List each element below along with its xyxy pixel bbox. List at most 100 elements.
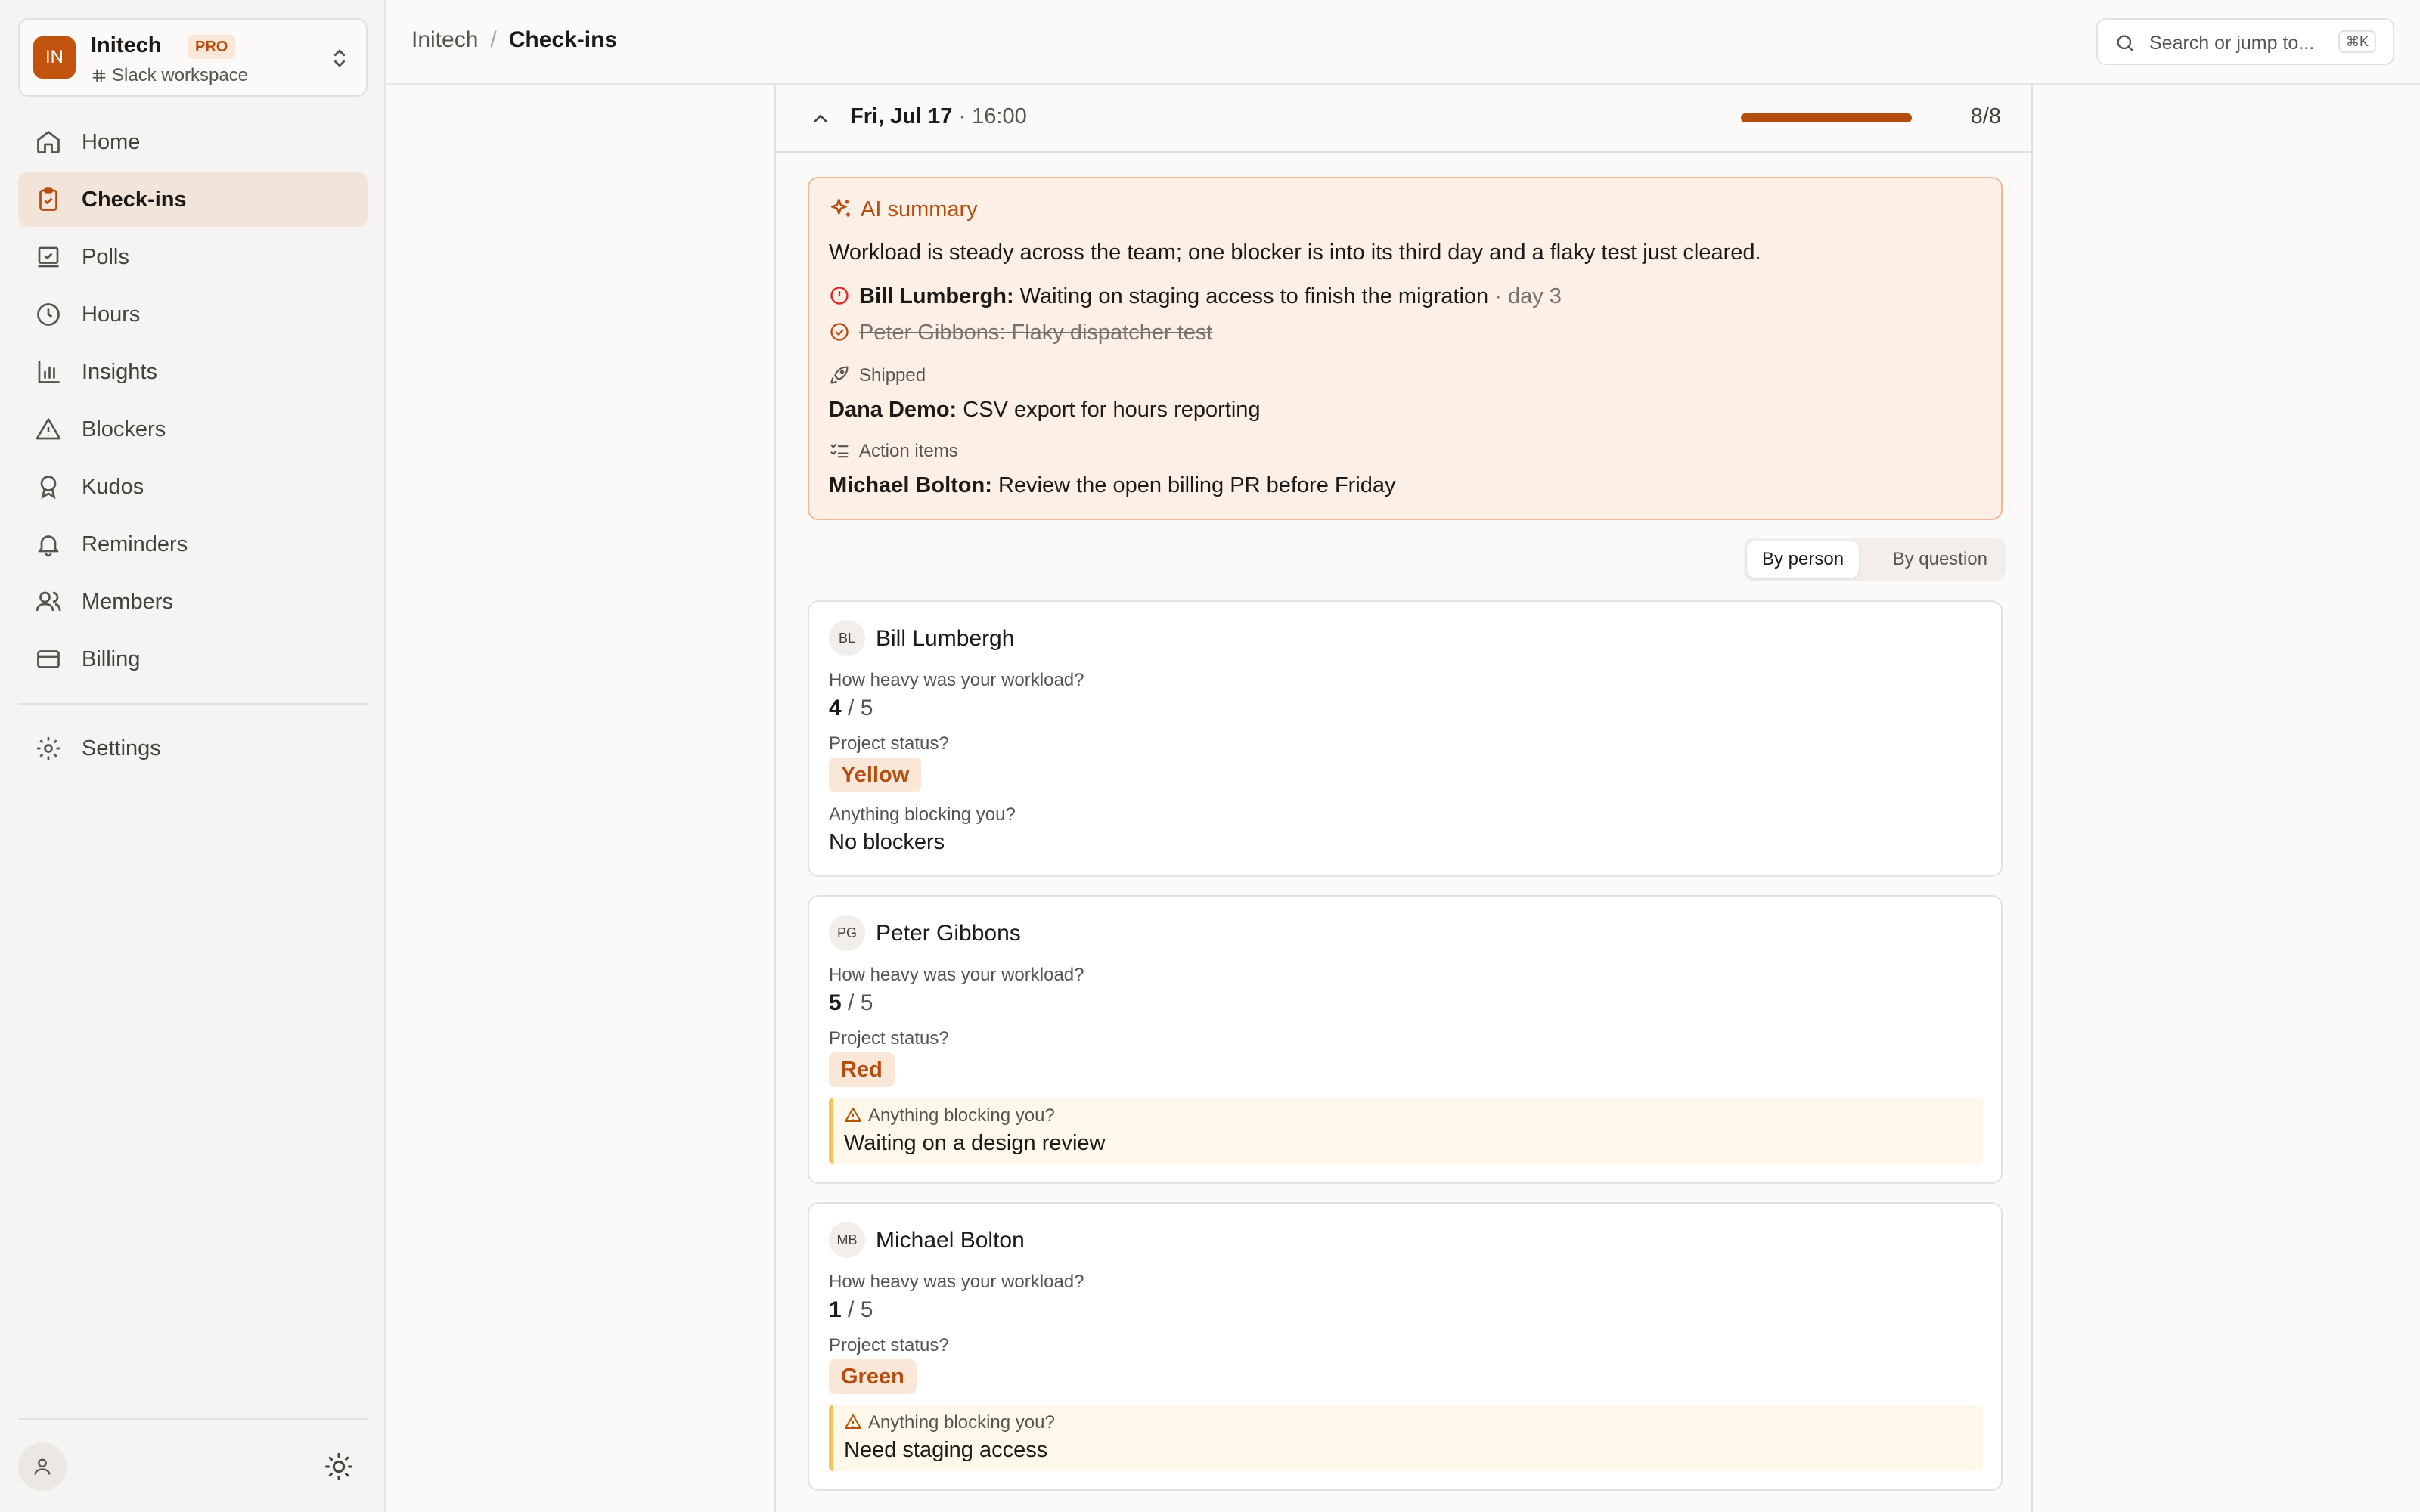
breadcrumb-current: Check-ins — [508, 27, 618, 52]
run-date-text: Fri, Jul 17 — [850, 104, 953, 129]
sidebar-item-insights[interactable]: Insights — [18, 345, 368, 399]
question-status: Project status? — [829, 1028, 949, 1049]
shipped-text: CSV export for hours reporting — [957, 398, 1261, 422]
action-text: Review the open billing PR before Friday — [991, 473, 1396, 497]
run-date: Fri, Jul 17 · 16:00 — [850, 104, 1027, 129]
bar-chart-icon — [38, 361, 60, 383]
sidebar-item-polls[interactable]: Polls — [18, 230, 368, 284]
workload-score: 1 / 5 — [829, 1297, 873, 1323]
ai-summary-title-text: AI summary — [861, 197, 978, 222]
sidebar-item-home[interactable]: Home — [18, 115, 368, 169]
status-badge: Green — [829, 1359, 917, 1394]
sidebar-item-label: Hours — [82, 302, 141, 327]
by-person-tab[interactable]: By person — [1747, 541, 1860, 578]
question-status: Project status? — [829, 1335, 949, 1356]
sidebar-item-label: Home — [82, 130, 141, 154]
user-avatar[interactable] — [18, 1442, 67, 1491]
person-avatar: PG — [829, 915, 865, 951]
blocker-question: Anything blocking you? — [844, 1105, 1055, 1126]
workload-value: 5 — [829, 990, 842, 1015]
question-workload: How heavy was your workload? — [829, 670, 1084, 690]
workspace-subtitle: Slack workspace — [91, 65, 248, 86]
blocker-question: Anything blocking you? — [844, 1412, 1055, 1433]
question-blocking: Anything blocking you? — [829, 804, 1016, 825]
workspace-name: Initech — [91, 33, 162, 57]
sidebar-item-label: Members — [82, 590, 173, 614]
blocker-person: Bill Lumbergh: — [859, 284, 1014, 308]
gear-icon — [37, 737, 60, 760]
progress-fill — [1741, 113, 1912, 122]
clock-icon — [37, 303, 60, 326]
chevron-up-icon[interactable] — [809, 107, 832, 130]
sidebar-item-blockers[interactable]: Blockers — [18, 402, 368, 457]
status-badge: Red — [829, 1052, 895, 1087]
resolved-blocker-row[interactable]: Peter Gibbons: Flaky dispatcher test — [829, 321, 1212, 345]
shipped-row: Dana Demo: CSV export for hours reportin… — [829, 398, 1261, 423]
question-status: Project status? — [829, 733, 949, 754]
workspace-subtitle-text: Slack workspace — [112, 65, 249, 85]
chevron-up-down-icon — [334, 49, 346, 67]
search-icon — [2117, 35, 2133, 51]
run-header[interactable]: Fri, Jul 17 · 16:00 8/8 — [776, 85, 2031, 153]
search-placeholder: Search or jump to... — [2149, 33, 2315, 54]
shipped-person: Dana Demo: — [829, 398, 957, 422]
breadcrumb: Initech / Check-ins — [411, 27, 617, 53]
warning-icon — [845, 1414, 861, 1429]
sidebar-item-label: Insights — [82, 360, 157, 384]
award-icon — [40, 476, 57, 500]
search-input[interactable]: Search or jump to... ⌘K — [2096, 18, 2394, 65]
workspace-switcher[interactable]: IN Initech PRO Slack workspace — [18, 18, 368, 97]
plan-badge: PRO — [188, 35, 236, 59]
workspace-avatar: IN — [33, 36, 76, 79]
blocker-question-text: Anything blocking you? — [868, 1105, 1055, 1126]
by-question-tab[interactable]: By question — [1878, 541, 2003, 578]
sidebar-item-label: Blockers — [82, 417, 166, 442]
user-icon — [34, 1458, 51, 1475]
bell-icon — [38, 535, 59, 557]
sidebar-item-kudos[interactable]: Kudos — [18, 460, 368, 514]
breadcrumb-separator: / — [490, 27, 497, 52]
response-progress-bar — [1741, 113, 1912, 122]
alert-circle-icon — [830, 287, 849, 305]
action-items-label: Action items — [829, 440, 958, 462]
sidebar-item-label: Polls — [82, 245, 129, 269]
workload-max: / 5 — [841, 990, 873, 1015]
sidebar-item-billing[interactable]: Billing — [18, 632, 368, 686]
workload-max: / 5 — [841, 696, 873, 720]
blocker-callout: Anything blocking you? Need staging acce… — [829, 1405, 1983, 1471]
sun-icon[interactable] — [324, 1452, 354, 1482]
workload-value: 1 — [829, 1297, 842, 1322]
response-card: MB Michael Bolton How heavy was your wor… — [808, 1202, 2003, 1491]
action-items-label-text: Action items — [859, 441, 958, 461]
warning-icon — [36, 418, 61, 440]
nav-divider — [18, 703, 368, 705]
sidebar-item-label: Settings — [82, 736, 161, 761]
blocker-answer: No blockers — [829, 830, 945, 854]
sidebar-item-label: Reminders — [82, 532, 188, 556]
ai-summary-card: AI summary Workload is steady across the… — [808, 177, 2003, 520]
blocker-question-text: Anything blocking you? — [868, 1412, 1055, 1433]
sidebar-item-hours[interactable]: Hours — [18, 287, 368, 342]
open-blocker-row[interactable]: Bill Lumbergh: Waiting on staging access… — [829, 284, 1562, 309]
blocker-answer: Waiting on a design review — [844, 1131, 1106, 1155]
blocker-callout: Anything blocking you? Waiting on a desi… — [829, 1098, 1983, 1164]
topbar: Initech / Check-ins Search or jump to... ⌘… — [386, 0, 2420, 85]
person-avatar: BL — [829, 620, 865, 656]
credit-card-icon — [37, 650, 60, 668]
run-time: · 16:00 — [952, 104, 1027, 129]
sidebar-item-label: Billing — [82, 647, 141, 671]
sidebar-item-check-ins[interactable]: Check-ins — [18, 172, 368, 227]
app-root: IN Initech PRO Slack workspace Home Chec… — [0, 0, 2420, 1512]
search-shortcut: ⌘K — [2338, 30, 2376, 53]
breadcrumb-root[interactable]: Initech — [411, 27, 478, 52]
workload-score: 4 / 5 — [829, 696, 873, 721]
action-item-row: Michael Bolton: Review the open billing … — [829, 473, 1395, 498]
blocker-age: · day 3 — [1488, 284, 1562, 308]
rocket-icon — [830, 366, 849, 384]
sidebar-item-reminders[interactable]: Reminders — [18, 517, 368, 572]
checklist-icon — [830, 443, 849, 458]
shipped-label-text: Shipped — [859, 365, 926, 386]
question-workload: How heavy was your workload? — [829, 965, 1084, 985]
sidebar-item-settings[interactable]: Settings — [18, 721, 368, 776]
sidebar-item-members[interactable]: Members — [18, 575, 368, 629]
